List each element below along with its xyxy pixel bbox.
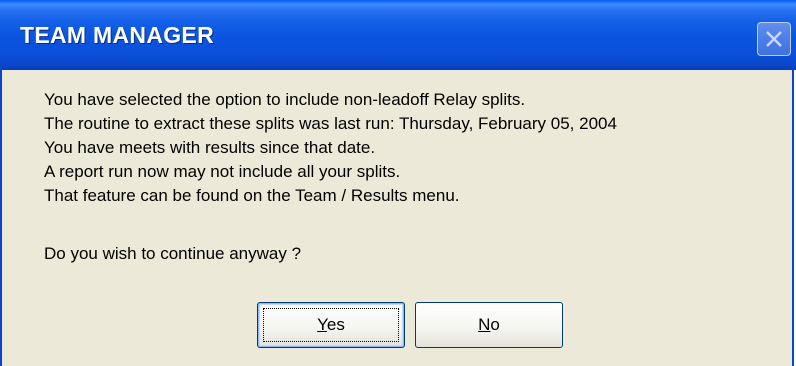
yes-button[interactable]: Yes	[257, 302, 405, 348]
message-line: You have meets with results since that d…	[44, 138, 376, 157]
message-line: A report run now may not include all you…	[44, 162, 401, 181]
dialog-window: TEAM MANAGER You have selected the optio…	[0, 0, 796, 366]
no-label-rest: o	[490, 315, 500, 334]
confirm-prompt: Do you wish to continue anyway ?	[44, 244, 302, 263]
yes-label-rest: es	[326, 315, 345, 334]
message-line: The routine to extract these splits was …	[44, 114, 617, 133]
no-button-label: No	[478, 315, 500, 335]
message-text: You have selected the option to include …	[44, 88, 617, 208]
close-icon	[766, 31, 782, 47]
yes-mnemonic: Y	[317, 315, 327, 334]
message-line: You have selected the option to include …	[44, 90, 526, 109]
no-mnemonic: N	[478, 315, 491, 334]
message-line: That feature can be found on the Team / …	[44, 186, 460, 205]
close-button[interactable]	[757, 22, 791, 56]
title-bar[interactable]: TEAM MANAGER	[0, 0, 796, 70]
yes-button-label: Yes	[317, 315, 345, 335]
window-title: TEAM MANAGER	[20, 22, 214, 48]
no-button[interactable]: No	[415, 302, 563, 348]
